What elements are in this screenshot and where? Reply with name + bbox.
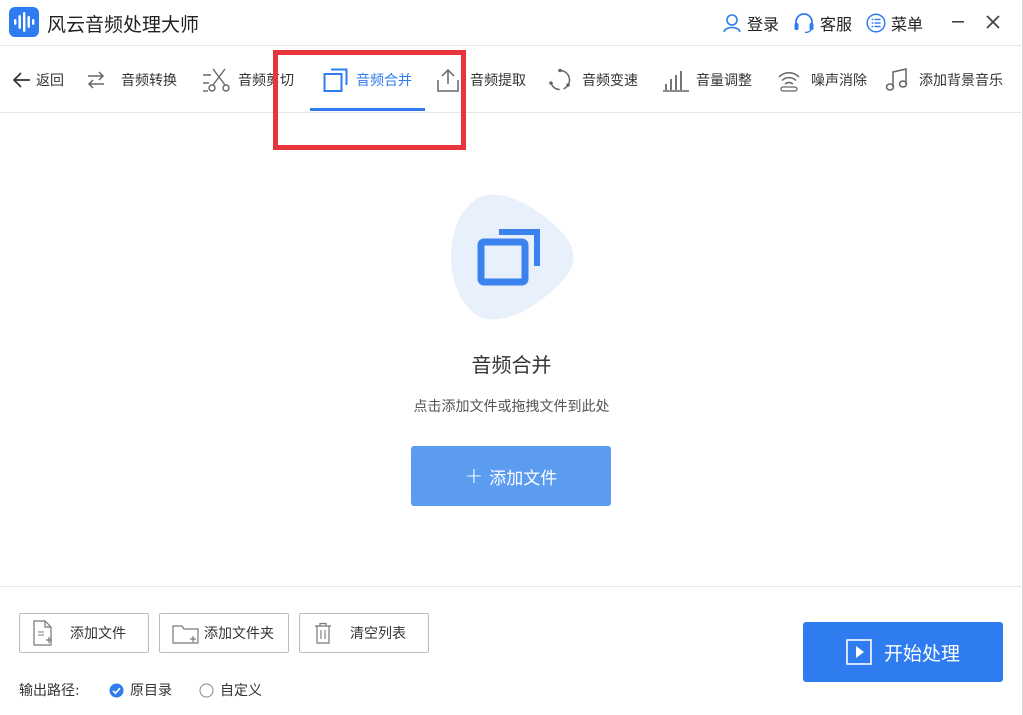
start-processing-button[interactable]: 开始处理 (803, 622, 1003, 682)
back-label: 返回 (36, 73, 64, 89)
tab-noise-removal[interactable]: 噪声消除 (777, 47, 867, 113)
radio-custom-label: 自定义 (220, 683, 262, 699)
tab-label: 音频提取 (470, 73, 526, 89)
radio-custom-directory[interactable]: 自定义 (199, 680, 262, 700)
tab-label: 音量调整 (696, 73, 752, 89)
volume-icon (663, 71, 689, 92)
add-file-label: 添加文件 (70, 626, 126, 642)
scissors-icon (203, 68, 230, 92)
tab-audio-convert[interactable]: 音频转换 (85, 47, 177, 113)
drop-zone-hint: 点击添加文件或拖拽文件到此处 (413, 399, 610, 415)
app-title: 风云音频处理大师 (47, 14, 200, 36)
plus-icon: + (464, 463, 484, 489)
add-file-main-label: 添加文件 (489, 468, 558, 489)
add-file-icon (33, 620, 52, 646)
music-note-icon (885, 68, 908, 91)
trash-icon (315, 622, 331, 644)
tab-label: 添加背景音乐 (919, 73, 1003, 89)
user-icon (723, 14, 741, 33)
app-logo-icon (9, 7, 39, 37)
minimize-button[interactable] (944, 8, 972, 36)
output-path-label: 输出路径: (19, 683, 80, 699)
add-folder-icon (172, 625, 199, 644)
arrow-left-icon (12, 72, 30, 88)
noise-icon (778, 72, 800, 92)
tab-add-background-music[interactable]: 添加背景音乐 (885, 47, 1003, 113)
tab-label: 噪声消除 (811, 73, 867, 89)
back-button[interactable]: 返回 (12, 47, 64, 113)
add-folder-label: 添加文件夹 (204, 626, 274, 642)
title-bar: 风云音频处理大师 登录 客服 菜单 (0, 0, 1023, 46)
close-icon (986, 15, 1000, 29)
service-button[interactable]: 客服 (793, 11, 852, 35)
convert-icon (87, 71, 105, 89)
tab-label: 音频转换 (121, 73, 177, 89)
login-label: 登录 (747, 15, 780, 34)
menu-button[interactable]: 菜单 (866, 11, 923, 35)
function-toolbar: 返回 音频转换 音频剪切 音频合并 音频提取 音频变速 音量调整 噪声消除 添加… (0, 47, 1023, 113)
drop-zone-title: 音频合并 (471, 353, 552, 377)
tab-audio-speed[interactable]: 音频变速 (548, 47, 638, 113)
add-file-button[interactable]: 添加文件 (19, 613, 149, 653)
service-label: 客服 (820, 15, 853, 34)
app-window: 风云音频处理大师 登录 客服 菜单 返回 音频转换 音频剪切 音频合并 音频提取… (0, 0, 1023, 715)
bottom-divider (0, 586, 1023, 587)
radio-unchecked-icon (199, 683, 214, 697)
merge-hero-icon[interactable] (451, 192, 577, 322)
minimize-icon (952, 21, 964, 23)
close-button[interactable] (979, 8, 1007, 36)
headset-icon (794, 13, 814, 33)
play-icon (846, 639, 872, 665)
radio-checked-icon (109, 683, 124, 697)
start-processing-label: 开始处理 (883, 642, 960, 665)
annotation-highlight-box (273, 50, 466, 150)
clear-list-label: 清空列表 (350, 626, 406, 642)
tab-volume-adjust[interactable]: 音量调整 (662, 47, 752, 113)
add-folder-button[interactable]: 添加文件夹 (159, 613, 289, 653)
radio-original-label: 原目录 (130, 683, 172, 699)
add-file-main-button[interactable]: + 添加文件 (411, 446, 611, 506)
list-menu-icon (866, 13, 886, 33)
clear-list-button[interactable]: 清空列表 (299, 613, 429, 653)
radio-original-directory[interactable]: 原目录 (109, 680, 172, 700)
speed-icon (549, 68, 571, 91)
login-button[interactable]: 登录 (722, 11, 779, 35)
tab-label: 音频变速 (582, 73, 638, 89)
menu-label: 菜单 (891, 15, 924, 34)
